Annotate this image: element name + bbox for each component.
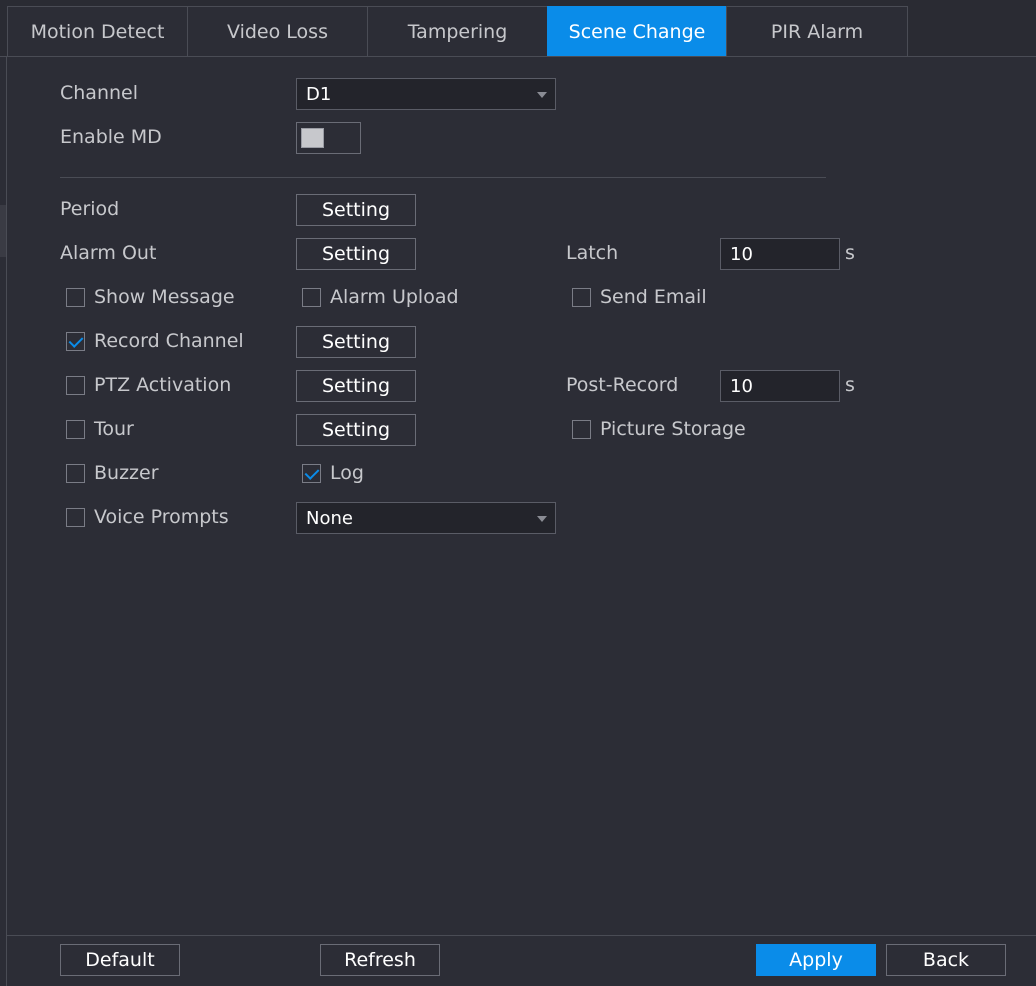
checkmark-icon bbox=[68, 333, 84, 348]
picture-storage-label: Picture Storage bbox=[600, 418, 746, 440]
chevron-down-icon bbox=[537, 92, 547, 98]
section-divider bbox=[60, 177, 826, 178]
refresh-button[interactable]: Refresh bbox=[320, 944, 440, 976]
back-button[interactable]: Back bbox=[886, 944, 1006, 976]
voice-prompts-value: None bbox=[306, 507, 353, 529]
buzzer-checkbox[interactable] bbox=[66, 464, 85, 483]
record-channel-checkbox[interactable] bbox=[66, 332, 85, 351]
ptz-activation-label: PTZ Activation bbox=[94, 374, 232, 396]
tour-setting-button[interactable]: Setting bbox=[296, 414, 416, 446]
buzzer-label: Buzzer bbox=[94, 462, 159, 484]
post-record-label: Post-Record bbox=[566, 374, 679, 396]
picture-storage-checkbox[interactable] bbox=[572, 420, 591, 439]
tab-tampering[interactable]: Tampering bbox=[367, 6, 548, 56]
tab-video-loss[interactable]: Video Loss bbox=[187, 6, 368, 56]
tab-scene-change[interactable]: Scene Change bbox=[547, 6, 727, 56]
period-label: Period bbox=[60, 198, 120, 220]
enable-md-label: Enable MD bbox=[60, 126, 162, 148]
voice-prompts-checkbox[interactable] bbox=[66, 508, 85, 527]
footer-divider bbox=[6, 935, 1036, 936]
alarm-upload-label: Alarm Upload bbox=[330, 286, 459, 308]
channel-select[interactable]: D1 bbox=[296, 78, 556, 110]
log-checkbox[interactable] bbox=[302, 464, 321, 483]
tab-bar: Motion Detect Video Loss Tampering Scene… bbox=[0, 0, 1036, 57]
alarm-upload-checkbox[interactable] bbox=[302, 288, 321, 307]
tour-checkbox[interactable] bbox=[66, 420, 85, 439]
voice-prompts-label: Voice Prompts bbox=[94, 506, 229, 528]
panel-border bbox=[6, 57, 7, 986]
enable-md-toggle[interactable] bbox=[296, 122, 361, 154]
toggle-knob bbox=[301, 128, 324, 148]
alarm-out-setting-button[interactable]: Setting bbox=[296, 238, 416, 270]
tab-divider bbox=[0, 56, 1036, 57]
log-label: Log bbox=[330, 462, 364, 484]
ptz-activation-setting-button[interactable]: Setting bbox=[296, 370, 416, 402]
tab-motion-detect[interactable]: Motion Detect bbox=[7, 6, 188, 56]
send-email-label: Send Email bbox=[600, 286, 707, 308]
send-email-checkbox[interactable] bbox=[572, 288, 591, 307]
apply-button[interactable]: Apply bbox=[756, 944, 876, 976]
default-button[interactable]: Default bbox=[60, 944, 180, 976]
channel-label: Channel bbox=[60, 82, 139, 104]
checkmark-icon bbox=[304, 465, 320, 480]
channel-value: D1 bbox=[306, 83, 332, 105]
post-record-input[interactable]: 10 bbox=[720, 370, 840, 402]
chevron-down-icon bbox=[537, 516, 547, 522]
latch-input[interactable]: 10 bbox=[720, 238, 840, 270]
tab-pir-alarm[interactable]: PIR Alarm bbox=[726, 6, 908, 56]
period-setting-button[interactable]: Setting bbox=[296, 194, 416, 226]
latch-label: Latch bbox=[566, 242, 619, 264]
tour-label: Tour bbox=[94, 418, 134, 440]
post-record-unit: s bbox=[845, 374, 855, 396]
record-channel-label: Record Channel bbox=[94, 330, 244, 352]
show-message-label: Show Message bbox=[94, 286, 235, 308]
latch-unit: s bbox=[845, 242, 855, 264]
ptz-activation-checkbox[interactable] bbox=[66, 376, 85, 395]
show-message-checkbox[interactable] bbox=[66, 288, 85, 307]
alarm-out-label: Alarm Out bbox=[60, 242, 157, 264]
record-channel-setting-button[interactable]: Setting bbox=[296, 326, 416, 358]
voice-prompts-select[interactable]: None bbox=[296, 502, 556, 534]
panel-edge-marker bbox=[0, 205, 6, 257]
